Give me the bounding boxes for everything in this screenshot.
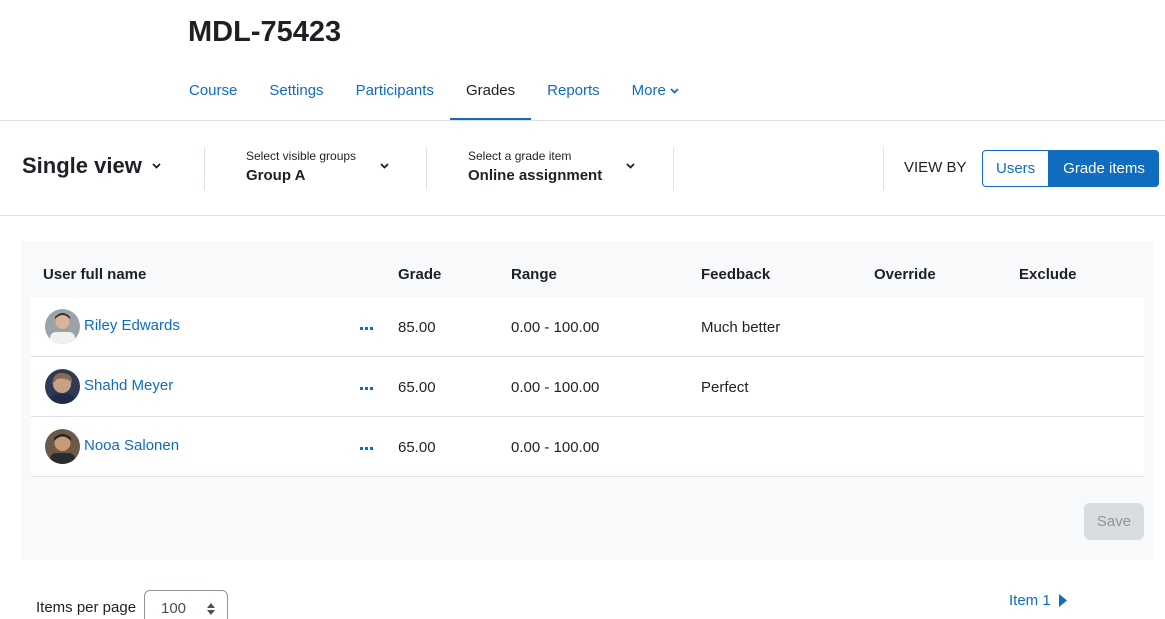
user-name-link[interactable]: Riley Edwards <box>84 317 180 334</box>
header-grade: Grade <box>398 266 442 283</box>
group-selector[interactable]: Select visible groups Group A <box>246 149 389 184</box>
tab-reports-label: Reports <box>547 82 600 99</box>
chevron-down-icon <box>670 87 679 94</box>
tab-participants[interactable]: Participants <box>340 60 450 121</box>
save-button[interactable]: Save <box>1084 503 1144 540</box>
range-value: 0.00 - 100.00 <box>511 379 600 396</box>
group-selector-value: Group A <box>246 167 306 184</box>
table-row: Shahd Meyer 65.00 0.00 - 100.00 Perfect <box>31 357 1144 417</box>
view-by-label: VIEW BY <box>904 159 967 176</box>
chevron-down-icon <box>626 163 635 169</box>
header-override: Override <box>874 266 936 283</box>
grade-value: 85.00 <box>398 319 436 336</box>
view-by-grade-items-button[interactable]: Grade items <box>1049 150 1159 187</box>
grade-item-selector[interactable]: Select a grade item Online assignment <box>468 149 635 184</box>
course-title: MDL-75423 <box>188 16 342 48</box>
header-user-full-name: User full name <box>43 266 147 283</box>
range-value: 0.00 - 100.00 <box>511 319 600 336</box>
view-by-users-button[interactable]: Users <box>982 150 1050 187</box>
chevron-down-icon <box>152 163 161 169</box>
grade-item-selector-label: Select a grade item <box>468 149 572 163</box>
toolbar-divider <box>426 147 427 190</box>
items-per-page-label: Items per page <box>36 599 137 616</box>
items-per-page-select[interactable]: 100 <box>144 590 228 619</box>
grades-table-body: Riley Edwards 85.00 0.00 - 100.00 Much b… <box>31 297 1144 477</box>
header-feedback: Feedback <box>701 266 771 283</box>
tab-course-label: Course <box>189 82 238 99</box>
toolbar-divider <box>204 147 205 190</box>
chevron-down-icon <box>380 163 389 169</box>
avatar <box>45 429 80 464</box>
view-by-toggle: Users Grade items <box>982 150 1159 187</box>
grades-table-panel: User full name Grade Range Feedback Over… <box>21 241 1154 560</box>
feedback-value: Perfect <box>701 379 749 396</box>
user-name-link[interactable]: Shahd Meyer <box>84 377 173 394</box>
report-toolbar: Single view Select visible groups Group … <box>0 121 1165 216</box>
tab-grades-label: Grades <box>465 82 516 99</box>
toolbar-divider <box>883 147 884 190</box>
secondary-navigation: Course Settings Participants Grades Repo… <box>173 60 695 121</box>
grade-value: 65.00 <box>398 379 436 396</box>
header-range: Range <box>511 266 557 283</box>
grade-item-selector-value: Online assignment <box>468 167 603 184</box>
tab-course[interactable]: Course <box>173 60 253 121</box>
sort-arrows-icon <box>207 602 215 619</box>
tab-more-label: More <box>631 82 666 99</box>
ellipsis-icon[interactable] <box>360 441 374 451</box>
avatar <box>45 309 80 344</box>
caret-right-icon <box>1058 594 1067 607</box>
tab-settings[interactable]: Settings <box>253 60 339 121</box>
pager-label: Item 1 <box>1009 592 1051 609</box>
group-selector-label: Select visible groups <box>246 149 357 163</box>
tab-more[interactable]: More <box>616 60 695 121</box>
view-selector[interactable]: Single view <box>22 153 161 179</box>
user-name-link[interactable]: Nooa Salonen <box>84 437 179 454</box>
items-per-page-value: 100 <box>161 600 187 617</box>
tab-reports[interactable]: Reports <box>531 60 616 121</box>
ellipsis-icon[interactable] <box>360 321 374 331</box>
tab-participants-label: Participants <box>355 82 434 99</box>
grade-value: 65.00 <box>398 439 436 456</box>
avatar <box>45 369 80 404</box>
next-item-link[interactable]: Item 1 <box>1009 592 1067 609</box>
range-value: 0.00 - 100.00 <box>511 439 600 456</box>
header-exclude: Exclude <box>1019 266 1077 283</box>
tab-settings-label: Settings <box>269 82 324 99</box>
ellipsis-icon[interactable] <box>360 381 374 391</box>
table-row: Riley Edwards 85.00 0.00 - 100.00 Much b… <box>31 297 1144 357</box>
toolbar-divider <box>673 147 674 190</box>
tab-grades[interactable]: Grades <box>449 60 532 121</box>
view-title: Single view <box>22 153 142 178</box>
feedback-value: Much better <box>701 319 781 336</box>
table-row: Nooa Salonen 65.00 0.00 - 100.00 <box>31 417 1144 477</box>
